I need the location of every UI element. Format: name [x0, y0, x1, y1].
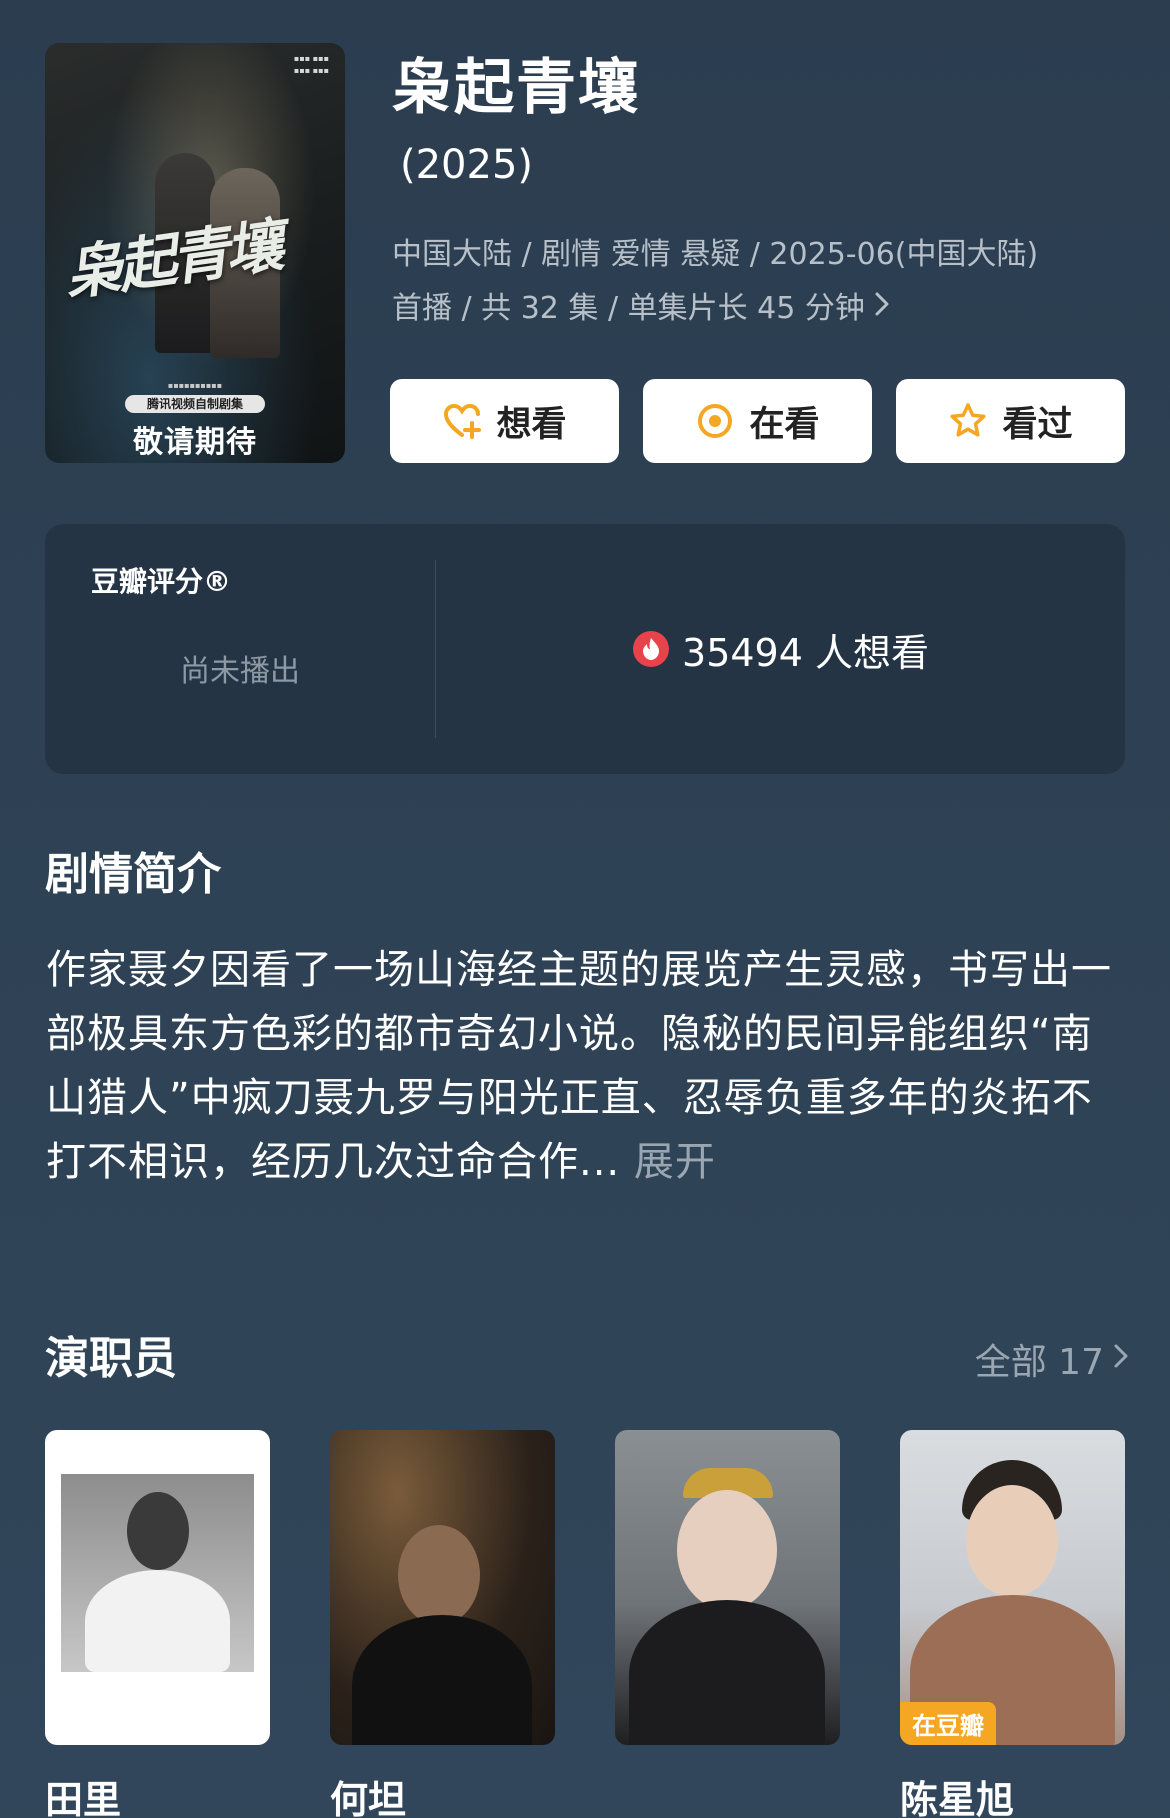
wish-count: 35494 人想看 [682, 630, 929, 675]
cast-photo [615, 1430, 840, 1745]
cast-photo: 在豆瓣 [900, 1430, 1125, 1745]
cast-card[interactable]: 在豆瓣 陈星旭 [900, 1430, 1125, 1818]
show-title: 枭起青壤 [392, 53, 640, 123]
meta-line-2-text: 首播 / 共 32 集 / 单集片长 45 分钟 [392, 291, 865, 326]
meta-line-2: 首播 / 共 32 集 / 单集片长 45 分钟 [392, 282, 1112, 336]
chevron-right-icon [1112, 1339, 1130, 1380]
cast-name: 何坦 [330, 1778, 407, 1818]
cast-photo [45, 1430, 270, 1745]
see-all-label: 全部 17 [974, 1342, 1104, 1383]
cast-card[interactable]: 田里 [45, 1430, 270, 1818]
rating-status: 尚未播出 [180, 654, 300, 689]
watching-label: 在看 [749, 404, 820, 445]
expand-link[interactable]: 展开 [634, 1139, 716, 1185]
star-icon [948, 401, 988, 441]
show-year: (2025) [400, 142, 534, 188]
see-all-cast-link[interactable]: 全部 17 [975, 1333, 1130, 1385]
cast-name: 陈星旭 [900, 1778, 1015, 1818]
cast-card[interactable]: 何坦 [330, 1430, 555, 1818]
rating-label: 豆瓣评分® [91, 565, 232, 598]
wish-section: 35494 人想看 [436, 524, 1125, 774]
poster-cta: 敬请期待 [133, 425, 257, 460]
cast-card[interactable] [615, 1430, 840, 1818]
in-douban-badge: 在豆瓣 [900, 1702, 996, 1745]
action-button-row: 想看 在看 看过 [390, 379, 1125, 463]
watched-button[interactable]: 看过 [896, 379, 1125, 463]
rating-section: 豆瓣评分® 尚未播出 [45, 524, 435, 774]
cast-name [615, 1769, 840, 1818]
want-label: 想看 [496, 404, 567, 445]
chevron-right-icon [873, 282, 891, 336]
want-button[interactable]: 想看 [390, 379, 619, 463]
flame-icon [632, 630, 670, 668]
watched-label: 看过 [1002, 404, 1073, 445]
target-icon [695, 401, 735, 441]
heart-plus-icon [442, 401, 482, 441]
poster-tag: 腾讯视频自制剧集 [125, 395, 265, 413]
poster-credits: ▪▪▪ ▪▪▪ ▪▪▪ ▪▪▪ [293, 54, 329, 75]
poster-image[interactable]: ▪▪▪ ▪▪▪ ▪▪▪ ▪▪▪ 枭起青壤 ▪▪▪▪▪▪▪▪▪▪ 腾讯视频自制剧集 … [45, 43, 345, 463]
cast-list: 田里 何坦 在豆瓣 陈星旭 [45, 1430, 1125, 1818]
synopsis-text: 作家聂夕因看了一场山海经主题的展览产生灵感，书写出一部极具东方色彩的都市奇幻小说… [46, 947, 1112, 1185]
poster-source-text: ▪▪▪▪▪▪▪▪▪▪ [167, 381, 223, 390]
watching-button[interactable]: 在看 [643, 379, 872, 463]
cast-photo [330, 1430, 555, 1745]
rating-card[interactable]: 豆瓣评分® 尚未播出 35494 人想看 [45, 524, 1125, 774]
cast-title: 演职员 [45, 1333, 177, 1384]
synopsis-title: 剧情简介 [45, 849, 221, 900]
show-meta[interactable]: 中国大陆 / 剧情 爱情 悬疑 / 2025-06(中国大陆) 首播 / 共 3… [392, 228, 1112, 336]
synopsis-text-block: 作家聂夕因看了一场山海经主题的展览产生灵感，书写出一部极具东方色彩的都市奇幻小说… [46, 938, 1126, 1194]
meta-line-1: 中国大陆 / 剧情 爱情 悬疑 / 2025-06(中国大陆) [392, 237, 1039, 272]
cast-name: 田里 [45, 1778, 122, 1818]
